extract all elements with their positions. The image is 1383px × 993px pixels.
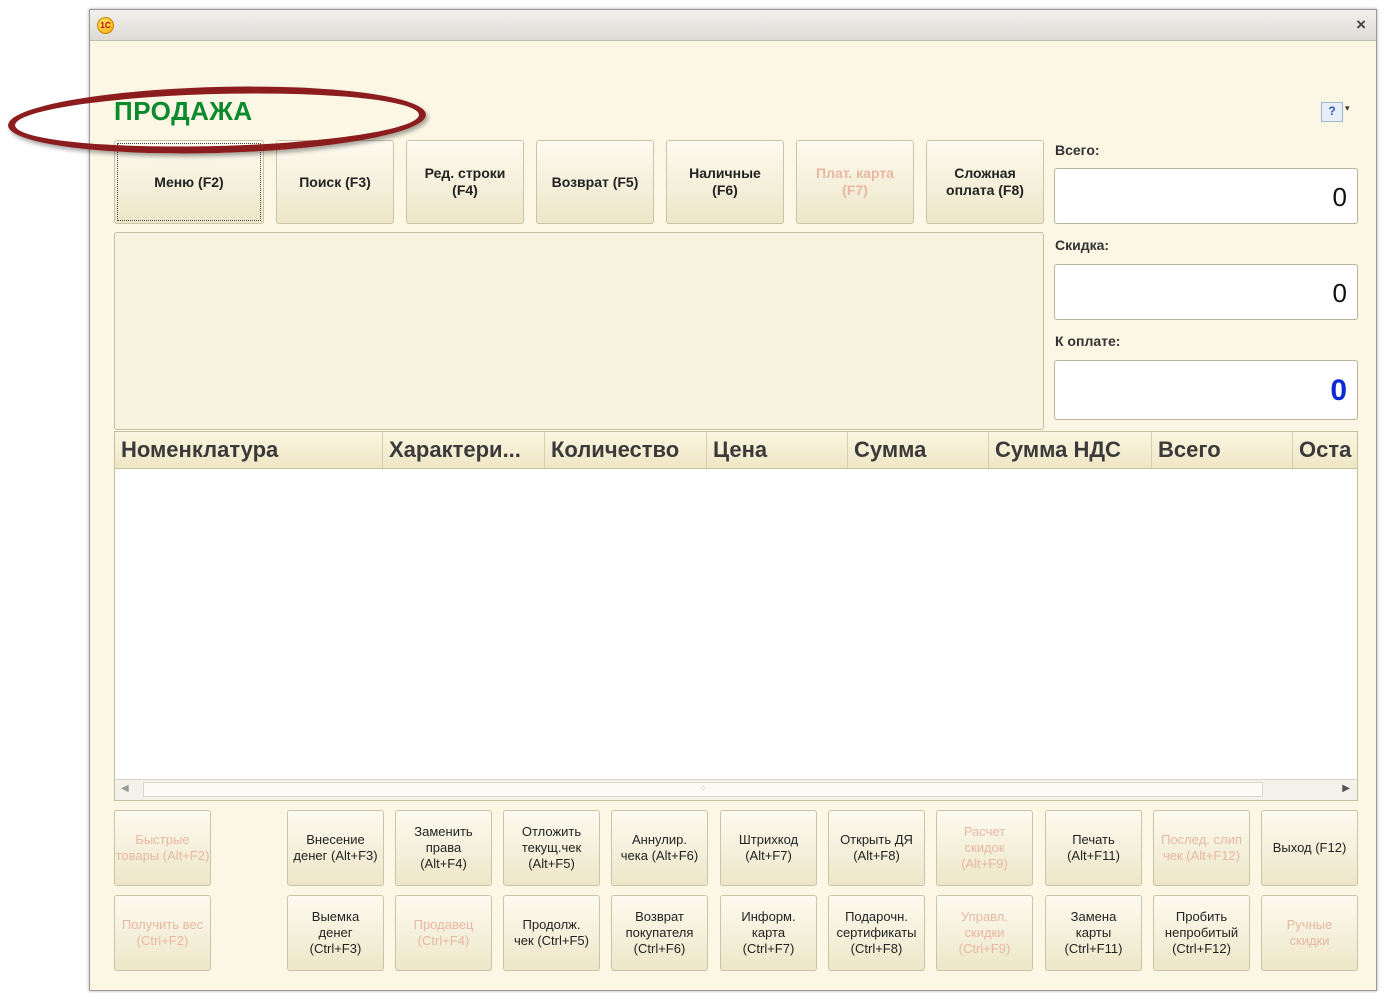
function-button[interactable]: Заменить права (Alt+F4) <box>395 810 492 886</box>
function-button[interactable]: Информ. карта (Ctrl+F7) <box>720 895 817 971</box>
discount-field: 0 <box>1054 264 1358 320</box>
toolbar-button[interactable]: Плат. карта (F7) <box>796 140 914 224</box>
info-panel <box>114 232 1044 430</box>
function-button[interactable]: Выемка денег (Ctrl+F3) <box>287 895 384 971</box>
scroll-left-icon[interactable]: ◀ <box>121 783 129 794</box>
function-button[interactable]: Отложить текущ.чек (Alt+F5) <box>503 810 600 886</box>
function-button[interactable]: Открыть ДЯ (Alt+F8) <box>828 810 925 886</box>
column-header[interactable]: Цена <box>707 432 848 468</box>
function-button[interactable]: Выход (F12) <box>1261 810 1358 886</box>
column-header[interactable]: Характери... <box>383 432 545 468</box>
function-button[interactable]: Возврат покупателя (Ctrl+F6) <box>611 895 708 971</box>
title-bar: 1С × <box>90 10 1376 41</box>
to-pay-label: К оплате: <box>1055 333 1121 349</box>
chevron-down-icon[interactable]: ▾ <box>1345 103 1350 114</box>
function-button[interactable]: Печать (Alt+F11) <box>1045 810 1142 886</box>
total-label: Всего: <box>1055 142 1100 158</box>
function-button[interactable]: Расчет скидок (Alt+F9) <box>936 810 1033 886</box>
function-button[interactable]: Пробить непробитый (Ctrl+F12) <box>1153 895 1250 971</box>
column-header[interactable]: Сумма <box>848 432 989 468</box>
scroll-grip-icon: ⁘ <box>700 784 707 793</box>
function-button[interactable]: Штрихкод (Alt+F7) <box>720 810 817 886</box>
table-header: Номенклатура Характери... Количество Цена Су… <box>115 432 1357 469</box>
scroll-right-icon[interactable]: ▶ <box>1342 783 1350 794</box>
function-button[interactable]: Подарочн. сертификаты (Ctrl+F8) <box>828 895 925 971</box>
toolbar-button[interactable]: Поиск (F3) <box>276 140 394 224</box>
toolbar-button[interactable]: Сложная оплата (F8) <box>926 140 1044 224</box>
toolbar-button[interactable]: Наличные (F6) <box>666 140 784 224</box>
items-table[interactable]: Номенклатура Характери... Количество Цена Су… <box>114 431 1358 801</box>
toolbar-button[interactable]: Возврат (F5) <box>536 140 654 224</box>
function-button[interactable]: Управл. скидки (Ctrl+F9) <box>936 895 1033 971</box>
discount-label: Скидка: <box>1055 237 1110 253</box>
function-button[interactable]: Продавец (Ctrl+F4) <box>395 895 492 971</box>
function-button[interactable]: Внесение денег (Alt+F3) <box>287 810 384 886</box>
column-header[interactable]: Номенклатура <box>115 432 383 468</box>
column-header[interactable]: Количество <box>545 432 707 468</box>
column-header[interactable]: Сумма НДС <box>989 432 1152 468</box>
function-button[interactable]: Получить вес (Ctrl+F2) <box>114 895 211 971</box>
help-icon[interactable]: ? <box>1321 102 1343 122</box>
to-pay-field: 0 <box>1054 360 1358 420</box>
horizontal-scrollbar[interactable]: ◀ ⁘ ▶ <box>115 779 1357 800</box>
toolbar-button[interactable]: Ред. строки (F4) <box>406 140 524 224</box>
total-field: 0 <box>1054 168 1358 224</box>
column-header[interactable]: Оста <box>1293 432 1357 468</box>
function-button[interactable]: Послед. слип чек (Alt+F12) <box>1153 810 1250 886</box>
function-button[interactable]: Замена карты (Ctrl+F11) <box>1045 895 1142 971</box>
function-button[interactable]: Ручные скидки <box>1261 895 1358 971</box>
function-button[interactable]: Аннулир. чека (Alt+F6) <box>611 810 708 886</box>
column-header[interactable]: Всего <box>1152 432 1293 468</box>
close-icon[interactable]: × <box>1356 15 1366 35</box>
app-logo-icon: 1С <box>97 17 114 34</box>
function-button[interactable]: Быстрые товары (Alt+F2) <box>114 810 211 886</box>
function-button[interactable]: Продолж. чек (Ctrl+F5) <box>503 895 600 971</box>
pos-window: 1С × ПРОДАЖА ? ▾ Меню (F2) Поиск (F3) Ред.… <box>89 9 1377 991</box>
